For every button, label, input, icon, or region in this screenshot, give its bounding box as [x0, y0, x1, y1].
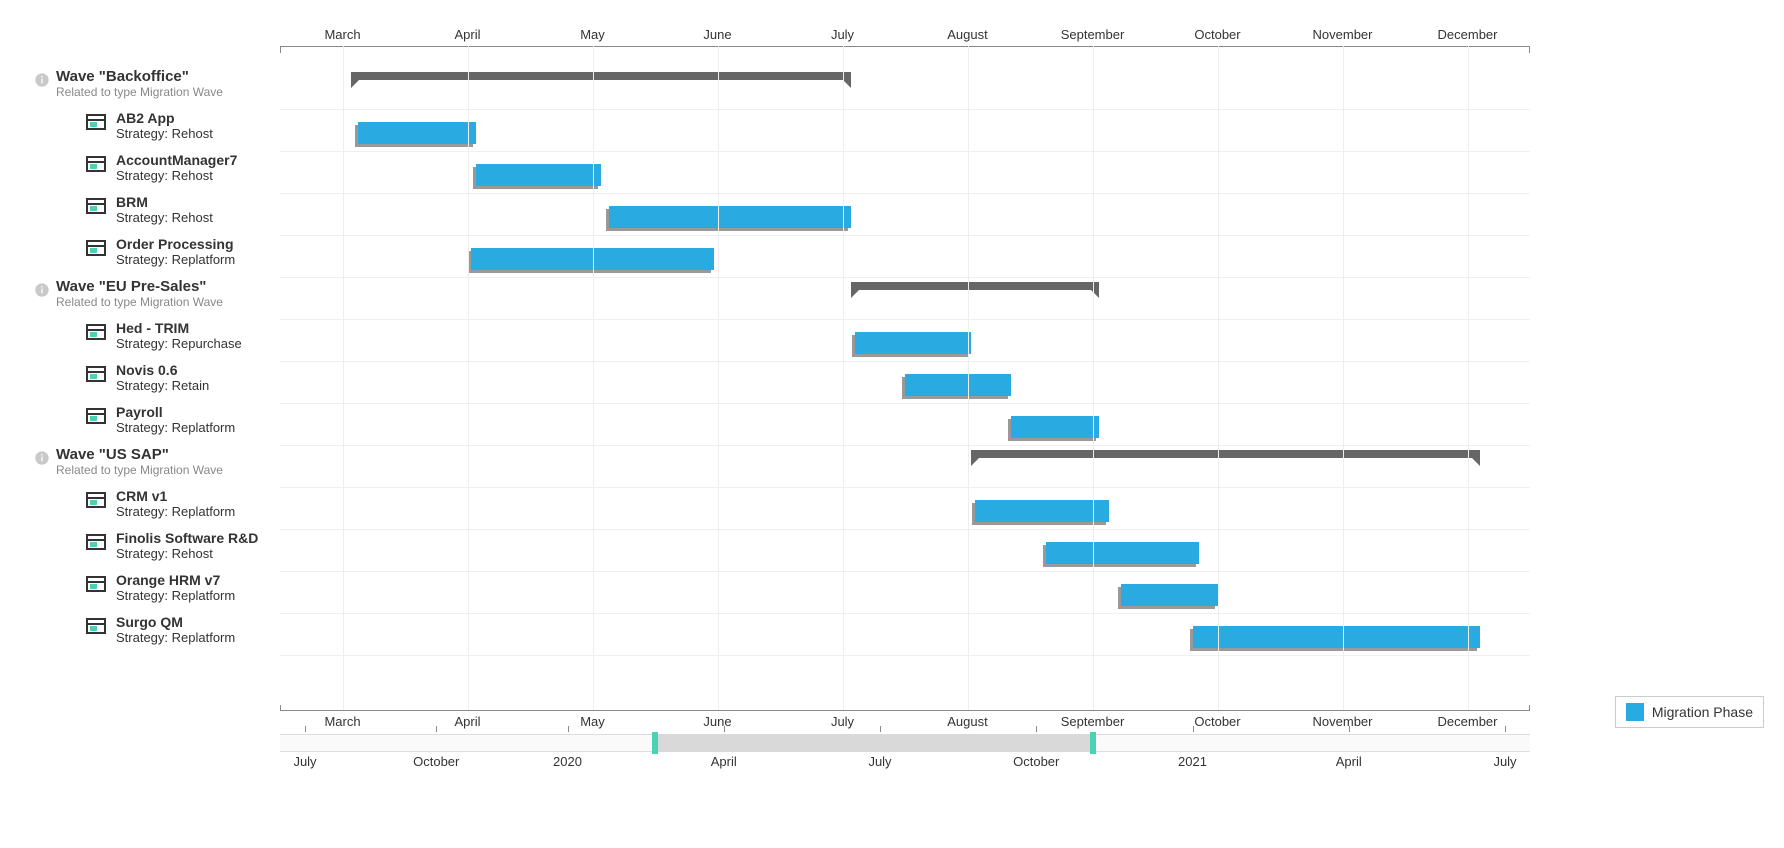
item-label: BRMStrategy: Rehost — [0, 194, 280, 236]
item-title: CRM v1 — [116, 488, 280, 504]
overview-label: July — [868, 754, 891, 769]
month-label: May — [580, 27, 605, 42]
migration-phase-bar[interactable] — [1121, 584, 1217, 606]
wave-title: Wave "Backoffice" — [56, 68, 280, 85]
app-icon — [86, 408, 106, 424]
item-title: AccountManager7 — [116, 152, 280, 168]
item-strategy: Strategy: Rehost — [116, 210, 280, 225]
item-strategy: Strategy: Retain — [116, 378, 280, 393]
app-icon — [86, 618, 106, 634]
item-strategy: Strategy: Replatform — [116, 504, 280, 519]
item-title: Order Processing — [116, 236, 280, 252]
month-label: September — [1061, 27, 1125, 42]
item-title: Surgo QM — [116, 614, 280, 630]
wave-span — [851, 282, 1099, 290]
overview-label: October — [1013, 754, 1059, 769]
wave-header: Wave "US SAP"Related to type Migration W… — [0, 446, 280, 488]
overview-label: 2020 — [553, 754, 582, 769]
item-label: Hed - TRIMStrategy: Repurchase — [0, 320, 280, 362]
app-icon — [86, 366, 106, 382]
item-title: AB2 App — [116, 110, 280, 126]
item-title: Novis 0.6 — [116, 362, 280, 378]
item-label: Novis 0.6Strategy: Retain — [0, 362, 280, 404]
migration-phase-bar[interactable] — [609, 206, 852, 228]
item-strategy: Strategy: Replatform — [116, 252, 280, 267]
overview-selection[interactable] — [655, 734, 1093, 752]
migration-phase-bar[interactable] — [476, 164, 601, 186]
item-title: BRM — [116, 194, 280, 210]
item-strategy: Strategy: Repurchase — [116, 336, 280, 351]
overview-label: April — [1336, 754, 1362, 769]
month-label: July — [831, 27, 854, 42]
overview-label: 2021 — [1178, 754, 1207, 769]
migration-phase-bar[interactable] — [855, 332, 971, 354]
month-label: October — [1194, 27, 1240, 42]
item-label: PayrollStrategy: Replatform — [0, 404, 280, 446]
item-title: Payroll — [116, 404, 280, 420]
overview-scroller[interactable]: JulyOctober2020AprilJulyOctober2021April… — [280, 726, 1530, 758]
migration-phase-bar[interactable] — [1011, 416, 1099, 438]
app-icon — [86, 534, 106, 550]
migration-phase-bar[interactable] — [358, 122, 477, 144]
wave-title: Wave "EU Pre-Sales" — [56, 278, 280, 295]
overview-handle-left[interactable] — [652, 732, 658, 754]
overview-label: July — [293, 754, 316, 769]
wave-span — [971, 450, 1480, 458]
app-icon — [86, 156, 106, 172]
month-label: November — [1313, 27, 1373, 42]
item-strategy: Strategy: Rehost — [116, 168, 280, 183]
month-label: August — [947, 27, 987, 42]
month-label: December — [1438, 27, 1498, 42]
info-icon[interactable] — [34, 282, 50, 298]
item-label: Orange HRM v7Strategy: Replatform — [0, 572, 280, 614]
item-label: AB2 AppStrategy: Rehost — [0, 110, 280, 152]
migration-phase-bar[interactable] — [905, 374, 1011, 396]
app-icon — [86, 492, 106, 508]
month-label: June — [703, 27, 731, 42]
item-strategy: Strategy: Rehost — [116, 546, 280, 561]
item-label: Finolis Software R&DStrategy: Rehost — [0, 530, 280, 572]
migration-phase-bar[interactable] — [1193, 626, 1481, 648]
month-label: March — [324, 27, 360, 42]
wave-header: Wave "Backoffice"Related to type Migrati… — [0, 68, 280, 110]
item-strategy: Strategy: Rehost — [116, 126, 280, 141]
item-title: Finolis Software R&D — [116, 530, 280, 546]
wave-subtitle: Related to type Migration Wave — [56, 85, 280, 99]
app-icon — [86, 576, 106, 592]
legend-label: Migration Phase — [1652, 704, 1753, 720]
wave-title: Wave "US SAP" — [56, 446, 280, 463]
gantt-chart: Wave "Backoffice"Related to type Migrati… — [0, 0, 1784, 848]
overview-label: April — [711, 754, 737, 769]
item-label: CRM v1Strategy: Replatform — [0, 488, 280, 530]
wave-span — [351, 72, 851, 80]
item-title: Hed - TRIM — [116, 320, 280, 336]
legend-swatch — [1626, 703, 1644, 721]
item-strategy: Strategy: Replatform — [116, 588, 280, 603]
bottom-axis-line — [280, 710, 1530, 711]
wave-subtitle: Related to type Migration Wave — [56, 463, 280, 477]
migration-phase-bar[interactable] — [975, 500, 1109, 522]
app-icon — [86, 240, 106, 256]
info-icon[interactable] — [34, 72, 50, 88]
item-strategy: Strategy: Replatform — [116, 630, 280, 645]
item-label: AccountManager7Strategy: Rehost — [0, 152, 280, 194]
row-labels: Wave "Backoffice"Related to type Migrati… — [0, 68, 280, 656]
overview-label: October — [413, 754, 459, 769]
item-strategy: Strategy: Replatform — [116, 420, 280, 435]
wave-header: Wave "EU Pre-Sales"Related to type Migra… — [0, 278, 280, 320]
overview-label: July — [1493, 754, 1516, 769]
app-icon — [86, 324, 106, 340]
overview-handle-right[interactable] — [1090, 732, 1096, 754]
item-title: Orange HRM v7 — [116, 572, 280, 588]
wave-subtitle: Related to type Migration Wave — [56, 295, 280, 309]
migration-phase-bar[interactable] — [1046, 542, 1199, 564]
month-label: April — [454, 27, 480, 42]
info-icon[interactable] — [34, 450, 50, 466]
plot-area: MarchAprilMayJuneJulyAugustSeptemberOcto… — [280, 32, 1530, 672]
app-icon — [86, 114, 106, 130]
app-icon — [86, 198, 106, 214]
item-label: Order ProcessingStrategy: Replatform — [0, 236, 280, 278]
item-label: Surgo QMStrategy: Replatform — [0, 614, 280, 656]
legend: Migration Phase — [1615, 696, 1764, 728]
